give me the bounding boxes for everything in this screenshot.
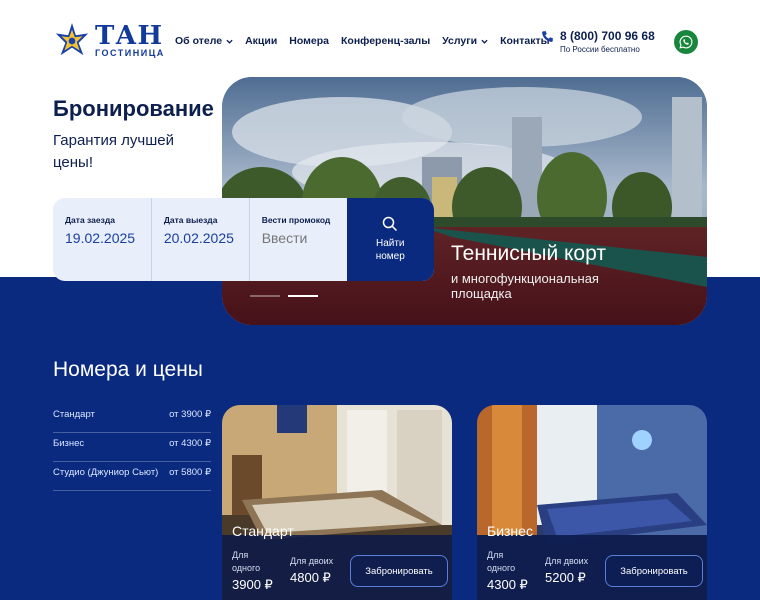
checkin-label: Дата заезда [65,215,115,225]
room-name: Стандарт [53,409,95,420]
booking-form: Дата заезда 19.02.2025 Дата выезда 20.02… [53,198,434,281]
logo[interactable]: ТАН ГОСТИНИЦА [53,22,165,60]
promo-input[interactable]: Ввести [262,230,335,246]
single-price: Для одного 3900 ₽ [232,549,273,593]
nav-rooms[interactable]: Номера [289,35,329,47]
checkout-value[interactable]: 20.02.2025 [164,230,237,246]
chevron-down-icon [481,39,488,44]
nav-label: Конференц-залы [341,35,431,47]
checkin-field[interactable]: Дата заезда 19.02.2025 [53,198,151,281]
checkin-value[interactable]: 19.02.2025 [65,230,139,246]
find-room-label: Найти номер [375,238,405,262]
checkout-field[interactable]: Дата выезда 20.02.2025 [150,198,249,281]
double-price: Для двоих 5200 ₽ [545,555,588,586]
find-room-button[interactable]: Найти номер [346,198,434,281]
room-price: от 3900 ₽ [169,409,211,420]
slide-title: Теннисный корт [451,242,606,265]
nav-about[interactable]: Об отеле [175,35,233,47]
promo-field[interactable]: Вести промокод Ввести [248,198,347,281]
phone-number-link[interactable]: 8 (800) 700 96 68 [560,29,655,43]
price-row-business[interactable]: Бизнес от 4300 ₽ [53,433,211,462]
price-row-standard[interactable]: Стандарт от 3900 ₽ [53,404,211,433]
card-title: Стандарт [232,523,294,539]
double-value: 5200 ₽ [545,570,586,585]
phone-block: 8 (800) 700 96 68 По России бесплатно [541,29,655,54]
whatsapp-icon [679,35,693,49]
checkout-label: Дата выезда [163,215,218,225]
single-label: Для одного [232,550,261,573]
rooms-title: Номера и цены [53,358,203,381]
double-price: Для двоих 4800 ₽ [290,555,333,586]
search-icon [383,216,398,232]
slide-subtitle: и многофункциональная площадка [451,271,599,301]
room-name: Студио (Джуниор Сьют) [53,467,159,478]
phone-icon [542,30,553,42]
room-card-business[interactable]: Бизнес Для одного 4300 ₽ Для двоих 5200 … [477,405,707,600]
hero-subtitle: Гарантия лучшей цены! [53,132,174,171]
double-label: Для двоих [545,556,589,566]
whatsapp-button[interactable] [674,30,698,54]
price-list: Стандарт от 3900 ₽ Бизнес от 4300 ₽ Студ… [53,404,211,491]
main-nav: Об отеле Акции Номера Конференц-залы Усл… [175,35,550,47]
slider-dots [250,295,318,297]
phone-note: По России бесплатно [560,45,640,54]
room-card-standard[interactable]: Стандарт Для одного 3900 ₽ Для двоих 480… [222,405,452,600]
double-label: Для двоих [290,556,334,566]
double-value: 4800 ₽ [290,570,331,585]
price-row-studio[interactable]: Студио (Джуниор Сьют) от 5800 ₽ [53,462,211,491]
book-button[interactable]: Забронировать [605,555,703,587]
nav-services[interactable]: Услуги [442,35,488,47]
brand-name: ТАН [95,20,164,51]
star-logo-icon [55,22,89,56]
room-price: от 4300 ₽ [169,438,211,449]
single-value: 3900 ₽ [232,577,273,592]
nav-label: Акции [245,35,278,47]
nav-promotions[interactable]: Акции [245,35,277,47]
room-price: от 5800 ₽ [169,467,211,478]
brand-subtitle: ГОСТИНИЦА [95,47,165,58]
room-name: Бизнес [53,438,85,449]
single-label: Для одного [487,550,516,573]
slider-dot[interactable] [250,295,280,297]
card-title: Бизнес [487,523,533,539]
single-price: Для одного 4300 ₽ [487,549,528,593]
nav-conference-halls[interactable]: Конференц-залы [341,35,430,47]
nav-label: Услуги [442,35,478,47]
single-value: 4300 ₽ [487,577,528,592]
promo-label: Вести промокод [261,215,331,225]
nav-label: Об отеле [175,35,223,47]
hero-title: Бронирование [53,96,214,121]
nav-label: Номера [289,35,329,47]
slider-dot-active[interactable] [288,295,318,297]
book-button[interactable]: Забронировать [350,555,448,587]
chevron-down-icon [226,39,233,44]
